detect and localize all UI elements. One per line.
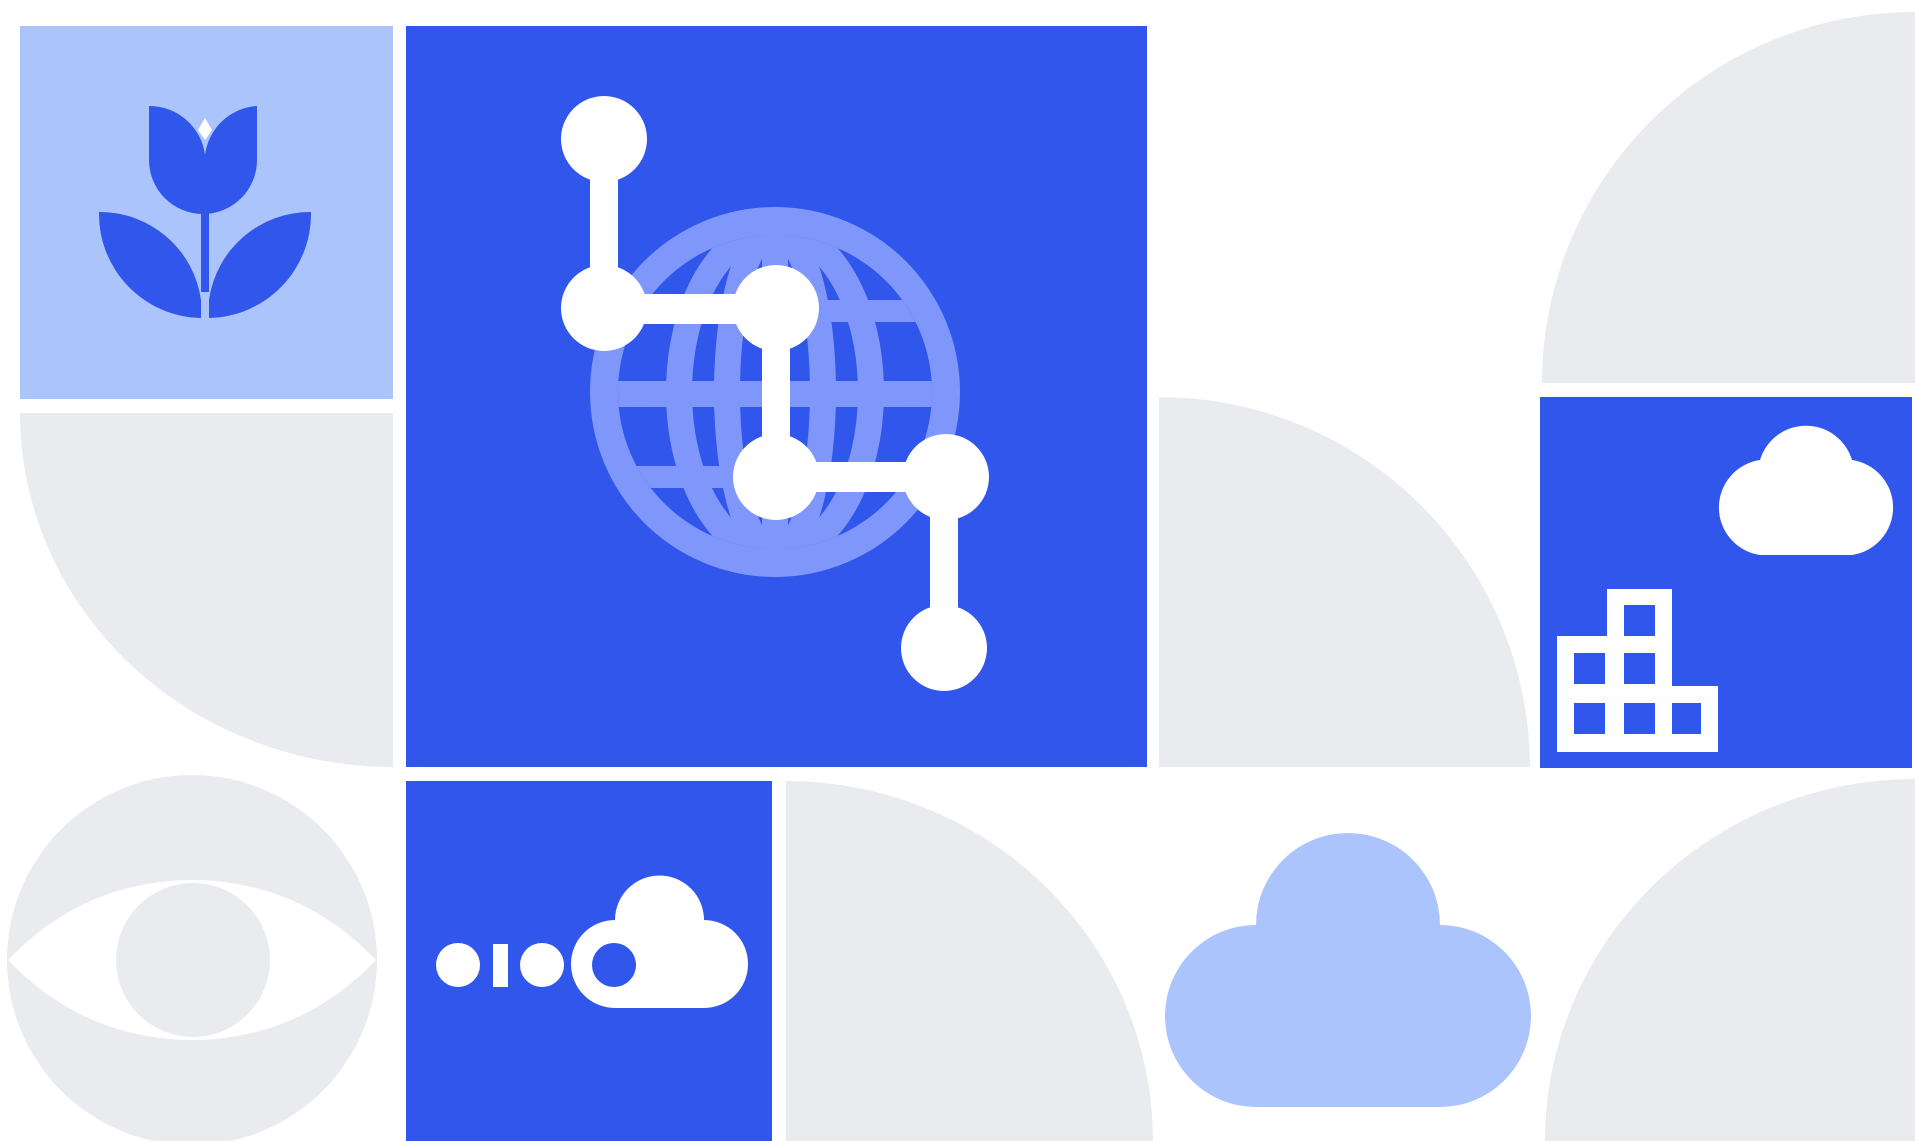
quarter-circle-top-right bbox=[1542, 12, 1915, 383]
quarter-circle-bottom-mid bbox=[786, 781, 1153, 1141]
quarter-circle-bottom-right bbox=[1545, 779, 1915, 1141]
quarter-circle-right-mid bbox=[1159, 397, 1530, 767]
connection-dots-icon bbox=[436, 943, 564, 987]
cloud-icon bbox=[1165, 833, 1531, 1107]
tile-cloud-connection bbox=[406, 781, 772, 1141]
shape-cloud-large bbox=[1165, 833, 1531, 1107]
tile-tulip bbox=[20, 26, 393, 399]
shape-eye bbox=[7, 775, 377, 1141]
tile-cloud-building bbox=[1540, 397, 1912, 768]
illustration-canvas bbox=[7, 12, 1915, 1141]
tile-globe-network bbox=[406, 26, 1147, 767]
quarter-circle-left-mid bbox=[20, 413, 393, 767]
